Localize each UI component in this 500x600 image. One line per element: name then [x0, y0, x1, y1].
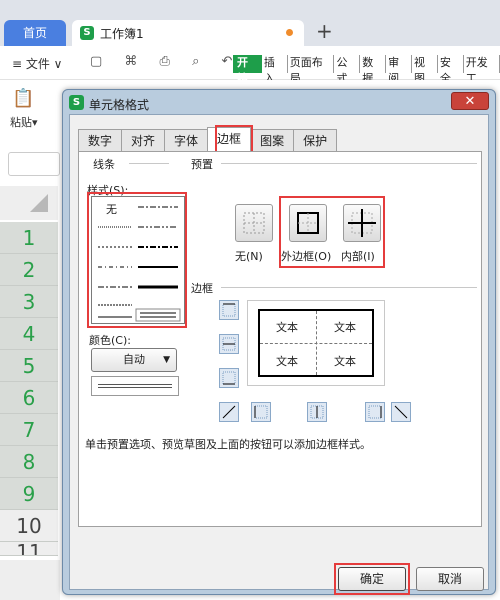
color-select[interactable]: 自动 ▼ — [91, 348, 177, 372]
row-header[interactable]: 6 — [0, 382, 58, 414]
preset-none-label: 无(N) — [235, 250, 263, 263]
unsaved-dot-icon — [286, 29, 293, 36]
ribbon-tab-view[interactable]: 视图 — [412, 55, 438, 85]
new-tab-button[interactable]: + — [316, 19, 333, 43]
highlight-style-list — [87, 192, 187, 328]
row-header[interactable]: 1 — [0, 222, 58, 254]
paste-icon[interactable]: 📋 — [12, 88, 34, 109]
divider — [221, 163, 477, 164]
tab-workbook[interactable]: S 工作簿1 — [72, 20, 304, 46]
divider — [221, 287, 477, 288]
border-preview[interactable]: 文本 文本 文本 文本 — [247, 300, 385, 386]
tab-protect[interactable]: 保护 — [293, 129, 338, 151]
highlight-ok — [334, 563, 410, 595]
tab-pattern[interactable]: 图案 — [250, 129, 295, 151]
format-cells-dialog: S 单元格格式 ✕ 数字 对齐 字体 边框 图案 保护 线条 样式(S): 无 — [62, 89, 496, 595]
border-right-button[interactable] — [365, 402, 385, 422]
preview-text: 文本 — [334, 321, 356, 334]
chevron-down-icon: ▼ — [163, 355, 170, 365]
dialog-title: 单元格格式 — [89, 98, 150, 112]
preview-inner-h — [260, 343, 372, 344]
border-top-button[interactable] — [219, 300, 239, 320]
border-group-label: 边框 — [191, 282, 213, 295]
highlight-presets — [279, 196, 385, 268]
name-box[interactable] — [8, 152, 60, 176]
border-diag-down-button[interactable] — [391, 402, 411, 422]
preset-none-button[interactable] — [235, 204, 273, 242]
tab-font[interactable]: 字体 — [164, 129, 209, 151]
border-left-button[interactable] — [251, 402, 271, 422]
tab-align[interactable]: 对齐 — [121, 129, 166, 151]
highlight-border-tab — [215, 125, 253, 153]
preview-outline: 文本 文本 文本 文本 — [258, 309, 374, 377]
paste-button[interactable]: 粘贴▾ — [10, 114, 38, 130]
row-header[interactable]: 9 — [0, 478, 58, 510]
menu-bar: ≡ 文件 ∨ ▢ ⌘ ⎙ ⌕ ↶ 开始 插入 页面布局 公式 数据 审阅 视图 … — [0, 46, 500, 85]
color-preview — [91, 376, 179, 396]
ribbon-tab-data[interactable]: 数据 — [360, 55, 387, 85]
tab-number[interactable]: 数字 — [78, 129, 123, 151]
hint-text: 单击预置选项、预览草图及上面的按钮可以添加边框样式。 — [85, 438, 371, 451]
close-button[interactable]: ✕ — [451, 92, 489, 110]
row-header[interactable]: 5 — [0, 350, 58, 382]
row-header[interactable]: 2 — [0, 254, 58, 286]
dialog-body: 数字 对齐 字体 边框 图案 保护 线条 样式(S): 无 颜色(C): 自动 … — [69, 114, 489, 595]
workbook-title: 工作簿1 — [100, 27, 144, 41]
dialog-tabs: 数字 对齐 字体 边框 图案 保护 — [78, 127, 338, 151]
color-value: 自动 — [123, 353, 145, 366]
quick-access-icons[interactable]: ▢ ⌘ ⎙ ⌕ ↶ — [90, 54, 241, 69]
divider — [129, 163, 169, 164]
ribbon-tab-insert[interactable]: 插入 — [262, 55, 288, 85]
presets-group-label: 预置 — [191, 158, 213, 171]
preview-text: 文本 — [276, 355, 298, 368]
row-header[interactable]: 11 — [0, 542, 58, 556]
preview-text: 文本 — [276, 321, 298, 334]
workbook-icon: S — [80, 26, 94, 40]
ribbon-tab-security[interactable]: 安全 — [438, 55, 464, 85]
file-menu[interactable]: ≡ 文件 ∨ — [12, 55, 62, 72]
row-header[interactable]: 3 — [0, 286, 58, 318]
tab-home[interactable]: 首页 — [4, 20, 66, 46]
border-middle-v-button[interactable] — [307, 402, 327, 422]
row-header[interactable]: 4 — [0, 318, 58, 350]
row-header[interactable]: 10 — [0, 510, 58, 542]
ribbon-tabs: 开始 插入 页面布局 公式 数据 审阅 视图 安全 开发工 — [233, 55, 500, 85]
line-group-label: 线条 — [93, 158, 115, 171]
color-label: 颜色(C): — [89, 334, 131, 347]
ribbon-tab-formula[interactable]: 公式 — [334, 55, 361, 85]
border-diag-up-button[interactable] — [219, 402, 239, 422]
ribbon-tab-layout[interactable]: 页面布局 — [288, 55, 335, 85]
ribbon-tab-review[interactable]: 审阅 — [386, 55, 413, 85]
preview-text: 文本 — [334, 355, 356, 368]
cancel-button[interactable]: 取消 — [416, 567, 484, 591]
dialog-app-icon: S — [69, 95, 84, 110]
border-middle-h-button[interactable] — [219, 334, 239, 354]
border-bottom-button[interactable] — [219, 368, 239, 388]
border-panel: 线条 样式(S): 无 颜色(C): 自动 ▼ 预置 无(N) 外边框(O) 内… — [78, 151, 482, 527]
ribbon-tab-start[interactable]: 开始 — [233, 55, 262, 85]
row-header[interactable]: 7 — [0, 414, 58, 446]
select-all-corner[interactable] — [0, 186, 58, 220]
ribbon-tab-dev[interactable]: 开发工 — [464, 55, 500, 85]
row-header[interactable]: 8 — [0, 446, 58, 478]
sheet-nav[interactable] — [0, 560, 60, 600]
